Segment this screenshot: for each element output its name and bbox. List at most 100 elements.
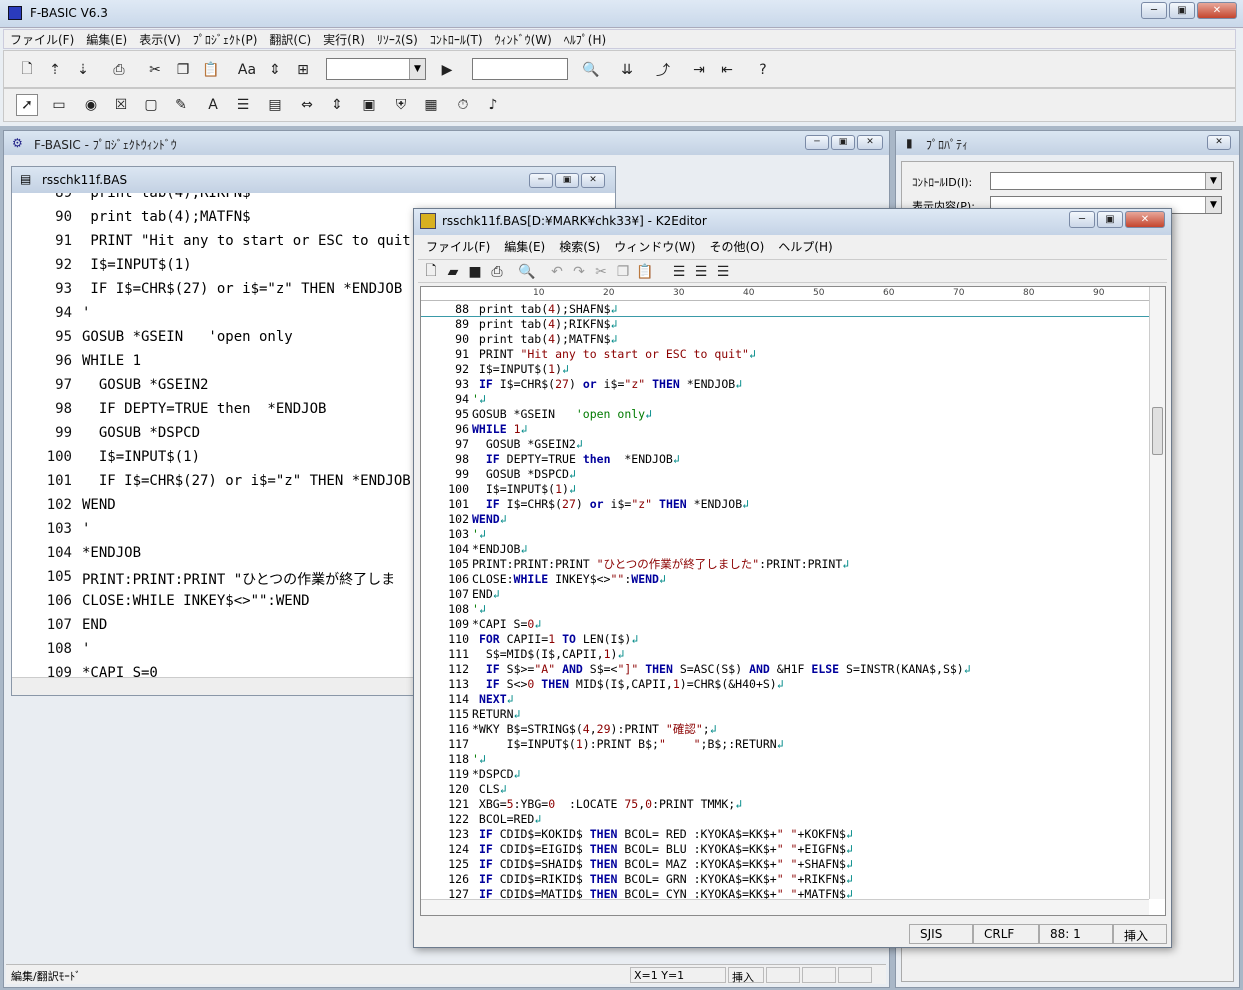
control-id-select[interactable]: ▼: [990, 172, 1222, 190]
layout-icon[interactable]: ⊞: [292, 59, 314, 81]
open-folder-icon[interactable]: ▰: [442, 261, 464, 283]
outdent-icon[interactable]: ⇤: [716, 59, 738, 81]
align-right-icon[interactable]: ☰: [712, 261, 734, 283]
code-line: 101 IF I$=CHR$(27) or i$="z" THEN *ENDJO…: [12, 473, 411, 497]
frame-control-icon[interactable]: ▢: [140, 94, 162, 116]
line-number: 101: [46, 473, 72, 489]
run-icon[interactable]: ▶: [436, 59, 458, 81]
line-number: 93: [455, 377, 469, 391]
k2-menu-item[interactable]: ウィンドウ(W): [614, 238, 695, 255]
k2-menu-item[interactable]: 編集(E): [504, 238, 545, 255]
new-file-icon[interactable]: 🗋: [16, 59, 38, 81]
control-id-label: ｺﾝﾄﾛｰﾙID(I):: [912, 176, 973, 189]
ruler-tick: 80: [1023, 288, 1035, 298]
vertical-scrollbar[interactable]: [1149, 287, 1165, 899]
line-number: 92: [55, 257, 72, 273]
shield-control-icon[interactable]: ⛨: [390, 94, 412, 116]
edit-control-icon[interactable]: ✎: [170, 94, 192, 116]
k2-menu-item[interactable]: ヘルプ(H): [778, 238, 832, 255]
menu-item[interactable]: 表示(V): [139, 31, 181, 48]
toolbar-combo-2[interactable]: [472, 58, 568, 80]
minimize-button[interactable]: ─: [1141, 2, 1167, 19]
save-icon[interactable]: ■: [464, 261, 486, 283]
combo-control-icon[interactable]: ▤: [264, 94, 286, 116]
help-icon[interactable]: ?: [752, 59, 774, 81]
k2-code-lines[interactable]: 88 print tab(4);SHAFN$↲ 89 print tab(4);R…: [421, 301, 1149, 899]
line-text: PRINT:PRINT:PRINT "ひとつの作業が終了しました":PRINT:…: [472, 557, 850, 571]
radio-control-icon[interactable]: ◉: [80, 94, 102, 116]
menu-item[interactable]: 翻訳(C): [269, 31, 311, 48]
k2-menu-item[interactable]: その他(O): [709, 238, 764, 255]
horizontal-scrollbar[interactable]: [421, 899, 1149, 915]
hscroll-control-icon[interactable]: ⇔: [296, 94, 318, 116]
timer-control-icon[interactable]: ⏱: [452, 94, 474, 116]
button-control-icon[interactable]: ▭: [48, 94, 70, 116]
new-file-icon[interactable]: 🗋: [420, 261, 442, 283]
line-text: IF I$=CHR$(27) or i$="z" THEN *ENDJOB: [82, 473, 411, 489]
line-text: GOSUB *DSPCD↲: [472, 467, 576, 481]
main-title-bar: F-BASIC V6.3 ─ ▣ ✕: [0, 0, 1243, 28]
status-empty-2: [802, 967, 836, 983]
menu-item[interactable]: ﾌﾟﾛｼﾞｪｸﾄ(P): [193, 31, 258, 48]
k2-menu-item[interactable]: 検索(S): [559, 238, 600, 255]
copy-icon[interactable]: ❐: [172, 59, 194, 81]
cut-icon[interactable]: ✂: [144, 59, 166, 81]
close-button[interactable]: ✕: [857, 135, 883, 150]
toolbar-combo-1[interactable]: ▼: [326, 58, 426, 80]
search-icon[interactable]: 🔍: [516, 261, 538, 283]
menu-item[interactable]: 編集(E): [86, 31, 127, 48]
copy-icon[interactable]: ❐: [612, 261, 634, 283]
minimize-button[interactable]: ─: [529, 173, 553, 188]
scroll-thumb[interactable]: [1152, 407, 1163, 455]
vscroll-control-icon[interactable]: ⇕: [326, 94, 348, 116]
redo-icon[interactable]: ↷: [568, 261, 590, 283]
k2-text-editor[interactable]: 10 20 30 40 50 60 70 80 90 88 print tab(4);SHAFN…: [420, 286, 1166, 916]
save-file-icon[interactable]: ⇣: [72, 59, 94, 81]
sort-icon[interactable]: ⇊: [616, 59, 638, 81]
maximize-button[interactable]: ▣: [555, 173, 579, 188]
paste-icon[interactable]: 📋: [200, 59, 222, 81]
font-icon[interactable]: Aa: [236, 59, 258, 81]
picture-control-icon[interactable]: ▣: [358, 94, 380, 116]
checkbox-control-icon[interactable]: ☒: [110, 94, 132, 116]
find-icon[interactable]: 🔍: [580, 59, 602, 81]
cut-icon[interactable]: ✂: [590, 261, 612, 283]
k2-menu-item[interactable]: ファイル(F): [426, 238, 490, 255]
list-control-icon[interactable]: ☰: [232, 94, 254, 116]
line-text: RETURN↲: [472, 707, 521, 721]
align-left-icon[interactable]: ☰: [668, 261, 690, 283]
menu-item[interactable]: 実行(R): [323, 31, 365, 48]
close-button[interactable]: ✕: [1207, 135, 1231, 150]
menu-item[interactable]: ｺﾝﾄﾛｰﾙ(T): [430, 31, 483, 48]
maximize-button[interactable]: ▣: [1097, 211, 1123, 228]
minimize-button[interactable]: ─: [1069, 211, 1095, 228]
indent-icon[interactable]: ⇥: [688, 59, 710, 81]
align-center-icon[interactable]: ☰: [690, 261, 712, 283]
step-icon[interactable]: ⤴: [652, 59, 674, 81]
close-button[interactable]: ✕: [581, 173, 605, 188]
line-number: 99: [55, 425, 72, 441]
print-icon[interactable]: ⎙: [108, 59, 130, 81]
menu-item[interactable]: ﾍﾙﾌﾟ(H): [564, 31, 606, 48]
maximize-button[interactable]: ▣: [831, 135, 855, 150]
open-file-icon[interactable]: ⇡: [44, 59, 66, 81]
ruler-tick: 60: [883, 288, 895, 298]
k2-toolbar: 🗋 ▰ ■ ⎙ 🔍 ↶ ↷ ✂ ❐ 📋 ☰ ☰ ☰: [418, 259, 1167, 283]
maximize-button[interactable]: ▣: [1169, 2, 1195, 19]
music-control-icon[interactable]: ♪: [482, 94, 504, 116]
close-button[interactable]: ✕: [1197, 2, 1237, 19]
align-icon[interactable]: ⇕: [264, 59, 286, 81]
close-button[interactable]: ✕: [1125, 211, 1165, 228]
grid-control-icon[interactable]: ▦: [420, 94, 442, 116]
line-text: IF CDID$=EIGID$ THEN BCOL= BLU :KYOKA$=K…: [478, 842, 853, 856]
menu-item[interactable]: ｳｨﾝﾄﾞｳ(W): [495, 31, 552, 48]
chevron-down-icon: ▼: [409, 59, 425, 79]
paste-icon[interactable]: 📋: [634, 261, 656, 283]
print-icon[interactable]: ⎙: [486, 261, 508, 283]
pointer-icon[interactable]: ➚: [16, 94, 38, 116]
label-control-icon[interactable]: A: [202, 94, 224, 116]
minimize-button[interactable]: ─: [805, 135, 829, 150]
undo-icon[interactable]: ↶: [546, 261, 568, 283]
menu-item[interactable]: ﾘｿｰｽ(S): [377, 31, 418, 48]
menu-item[interactable]: ファイル(F): [10, 31, 74, 48]
